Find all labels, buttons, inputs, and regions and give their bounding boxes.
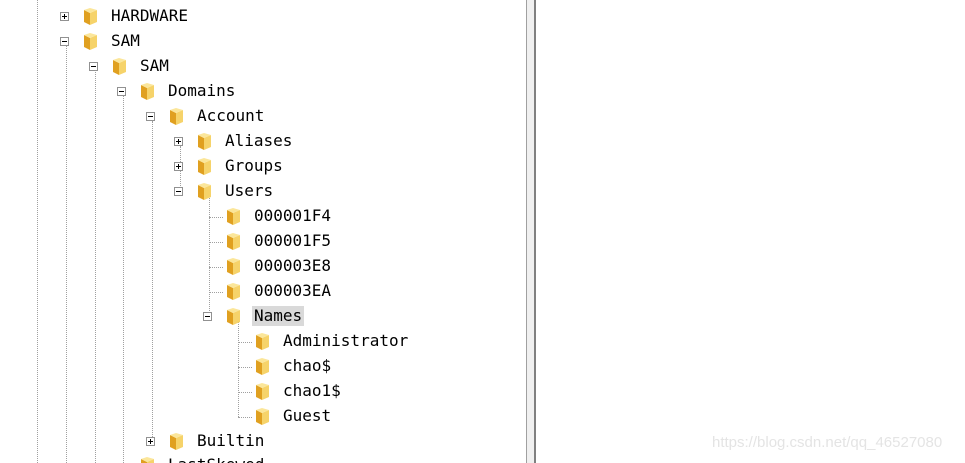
node-label: SAM [111, 31, 140, 50]
folder-icon [256, 358, 269, 375]
minus-box-icon[interactable] [146, 112, 155, 121]
minus-box-icon[interactable] [89, 62, 98, 71]
tree-node-names[interactable]: Names [0, 306, 380, 326]
node-label: 000003EA [254, 281, 332, 300]
pane-splitter[interactable] [526, 0, 536, 463]
minus-box-icon[interactable] [60, 37, 69, 46]
node-label: Groups [225, 156, 283, 175]
node-label: Users [225, 181, 274, 200]
node-label: Aliases [225, 131, 293, 150]
tree-node-account[interactable]: Account [0, 106, 340, 126]
tree-node-sam[interactable]: SAM [0, 56, 300, 76]
tree-node-administrator[interactable]: Administrator [0, 331, 420, 351]
folder-icon [198, 158, 211, 175]
tree-node-chao1[interactable]: chao1$ [0, 381, 420, 401]
folder-icon [227, 233, 240, 250]
minus-box-icon[interactable] [203, 312, 212, 321]
folder-icon [256, 408, 269, 425]
folder-icon [84, 8, 97, 25]
tree-node-hardware[interactable]: HARDWARE [0, 6, 300, 26]
registry-tree-pane[interactable]: HARDWARE SAM SAM Domains Account Aliases… [0, 0, 526, 463]
tree-node-chao[interactable]: chao$ [0, 356, 420, 376]
node-label: 000001F4 [254, 206, 332, 225]
tree-node-guest[interactable]: Guest [0, 406, 420, 426]
node-label: HARDWARE [111, 6, 189, 25]
tree-node-domains[interactable]: Domains [0, 81, 320, 101]
node-label: SAM [140, 56, 169, 75]
plus-box-icon[interactable] [60, 12, 69, 21]
plus-box-icon[interactable] [174, 137, 183, 146]
tree-node-groups[interactable]: Groups [0, 156, 360, 176]
tree-node-aliases[interactable]: Aliases [0, 131, 360, 151]
folder-icon [256, 383, 269, 400]
folder-icon [170, 433, 183, 450]
folder-icon [141, 457, 154, 463]
node-label-selected: Names [252, 306, 305, 326]
folder-icon [170, 108, 183, 125]
node-label: Administrator [283, 331, 409, 350]
node-label: 000001F5 [254, 231, 332, 250]
node-label: chao$ [283, 356, 332, 375]
folder-icon [227, 258, 240, 275]
folder-icon [113, 58, 126, 75]
tree-node-sam-root[interactable]: SAM [0, 31, 300, 51]
folder-icon [141, 83, 154, 100]
watermark-text: https://blog.csdn.net/qq_46527080 [712, 434, 943, 451]
node-label: Guest [283, 406, 332, 425]
folder-icon [227, 308, 240, 325]
node-label: 000003E8 [254, 256, 332, 275]
node-label: Account [197, 106, 265, 125]
folder-icon [198, 183, 211, 200]
tree-node-partial[interactable]: LastSkewed... [0, 455, 360, 463]
plus-box-icon[interactable] [174, 162, 183, 171]
tree-node-user-000003ea[interactable]: 000003EA [0, 281, 380, 301]
folder-icon [256, 333, 269, 350]
tree-node-builtin[interactable]: Builtin [0, 431, 360, 451]
node-label: chao1$ [283, 381, 341, 400]
node-label: LastSkewed... [166, 455, 295, 463]
registry-values-pane[interactable] [536, 0, 965, 463]
minus-box-icon[interactable] [174, 187, 183, 196]
minus-box-icon[interactable] [117, 87, 126, 96]
node-label: Domains [168, 81, 236, 100]
tree-node-user-000001f4[interactable]: 000001F4 [0, 206, 380, 226]
folder-icon [227, 283, 240, 300]
node-label: Builtin [197, 431, 265, 450]
tree-node-users[interactable]: Users [0, 181, 360, 201]
folder-icon [198, 133, 211, 150]
folder-icon [84, 33, 97, 50]
tree-node-user-000001f5[interactable]: 000001F5 [0, 231, 380, 251]
plus-box-icon[interactable] [146, 437, 155, 446]
tree-node-user-000003e8[interactable]: 000003E8 [0, 256, 380, 276]
folder-icon [227, 208, 240, 225]
